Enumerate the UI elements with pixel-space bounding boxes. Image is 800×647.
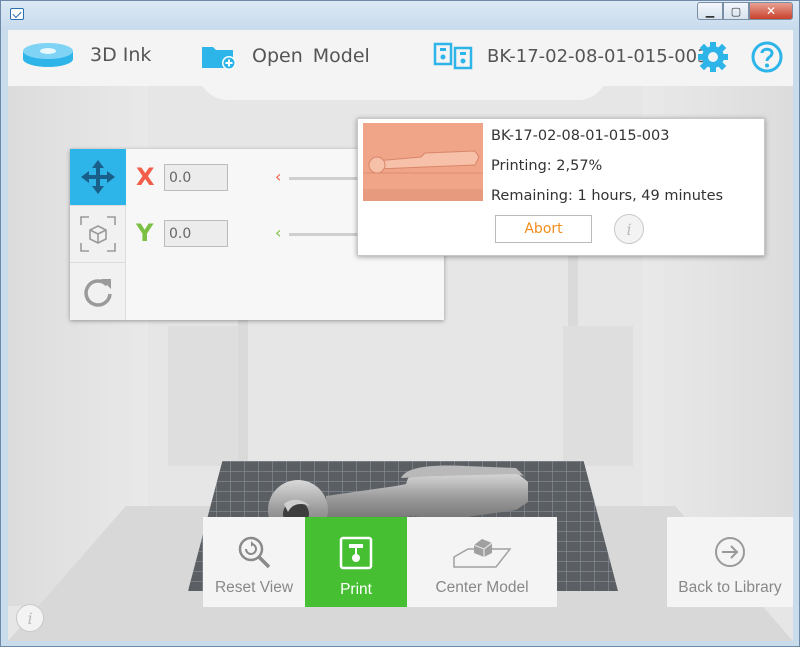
header-notch	[198, 70, 608, 100]
print-icon	[339, 536, 373, 570]
y-position-input[interactable]	[164, 220, 228, 247]
transform-tools	[70, 149, 126, 320]
settings-gear-icon[interactable]	[696, 40, 730, 74]
printer-models-icon	[433, 42, 473, 70]
back-to-library-button[interactable]: Back to Library	[667, 517, 793, 607]
app-mail-icon	[10, 8, 24, 20]
reset-view-label: Reset View	[214, 579, 294, 596]
filament-spool-icon	[23, 43, 73, 67]
brand-label: 3D Ink	[90, 44, 152, 66]
print-status-text: Printing: 2,57%	[491, 158, 603, 174]
bottom-action-bar: Reset View Print Center Model	[203, 517, 557, 607]
help-question-icon[interactable]	[750, 40, 784, 74]
popup-model-name: BK-17-02-08-01-015-003	[491, 128, 670, 144]
scale-cube-icon	[80, 216, 116, 252]
print-info-icon[interactable]: i	[614, 214, 644, 244]
y-slider-left-chevron-icon[interactable]: ‹	[275, 223, 281, 242]
library-action-area: Back to Library	[667, 517, 793, 607]
print-label: Print	[340, 581, 372, 598]
x-position-input[interactable]	[164, 164, 228, 191]
close-button[interactable]: ✕	[749, 2, 793, 20]
open-model-button[interactable]: Open Model	[201, 42, 370, 70]
reset-view-button[interactable]: Reset View	[203, 517, 305, 607]
title-bar: ▁ ▢ ✕	[1, 1, 799, 29]
maximize-button[interactable]: ▢	[723, 2, 749, 20]
minimize-button[interactable]: ▁	[697, 2, 723, 20]
y-slider-track[interactable]	[289, 233, 363, 236]
x-slider-left-chevron-icon[interactable]: ‹	[275, 167, 281, 186]
model-thumbnail	[363, 123, 483, 201]
model-thumbnail-image	[363, 123, 483, 201]
app-client-area: 3D Ink Open Model BK-17-02-08-01-015-003…	[8, 30, 793, 641]
center-model-label: Center Model	[435, 579, 529, 596]
abort-button[interactable]: Abort	[495, 215, 592, 243]
brand-3d-ink[interactable]: 3D Ink	[22, 42, 151, 68]
arrow-right-circle-icon	[715, 537, 745, 567]
back-to-library-label: Back to Library	[678, 579, 782, 596]
move-tool-button[interactable]	[70, 149, 126, 206]
y-axis-label: Y	[136, 219, 154, 247]
x-position-slider[interactable]: ‹	[275, 167, 365, 186]
remaining-time-text: Remaining: 1 hours, 49 minutes	[491, 188, 724, 204]
center-model-icon	[453, 539, 512, 568]
folder-add-icon	[202, 47, 236, 70]
reset-view-zoom-icon	[238, 536, 271, 569]
window-controls: ▁ ▢ ✕	[697, 2, 793, 20]
move-arrows-icon	[81, 160, 115, 194]
model-id-label: BK-17-02-08-01-015-003	[487, 45, 709, 67]
y-position-slider[interactable]: ‹	[275, 223, 365, 242]
model-selector[interactable]: BK-17-02-08-01-015-003	[433, 42, 709, 70]
scene-right-pillar	[563, 326, 633, 466]
corner-info-icon[interactable]: i	[16, 604, 44, 632]
print-button[interactable]: Print	[305, 517, 407, 607]
center-model-button[interactable]: Center Model	[407, 517, 557, 607]
app-window: ▁ ▢ ✕ 3D Ink Open Model BK-17-02-08-01-0…	[0, 0, 800, 647]
open-model-label: Open Model	[252, 45, 370, 67]
rotate-tool-button[interactable]	[70, 263, 126, 320]
scale-tool-button[interactable]	[70, 206, 126, 263]
x-slider-track[interactable]	[289, 177, 363, 180]
scene-left-pillar	[168, 326, 238, 466]
print-progress-popup: BK-17-02-08-01-015-003 Printing: 2,57% R…	[357, 118, 765, 256]
rotate-icon	[84, 278, 112, 307]
x-axis-label: X	[136, 163, 155, 191]
